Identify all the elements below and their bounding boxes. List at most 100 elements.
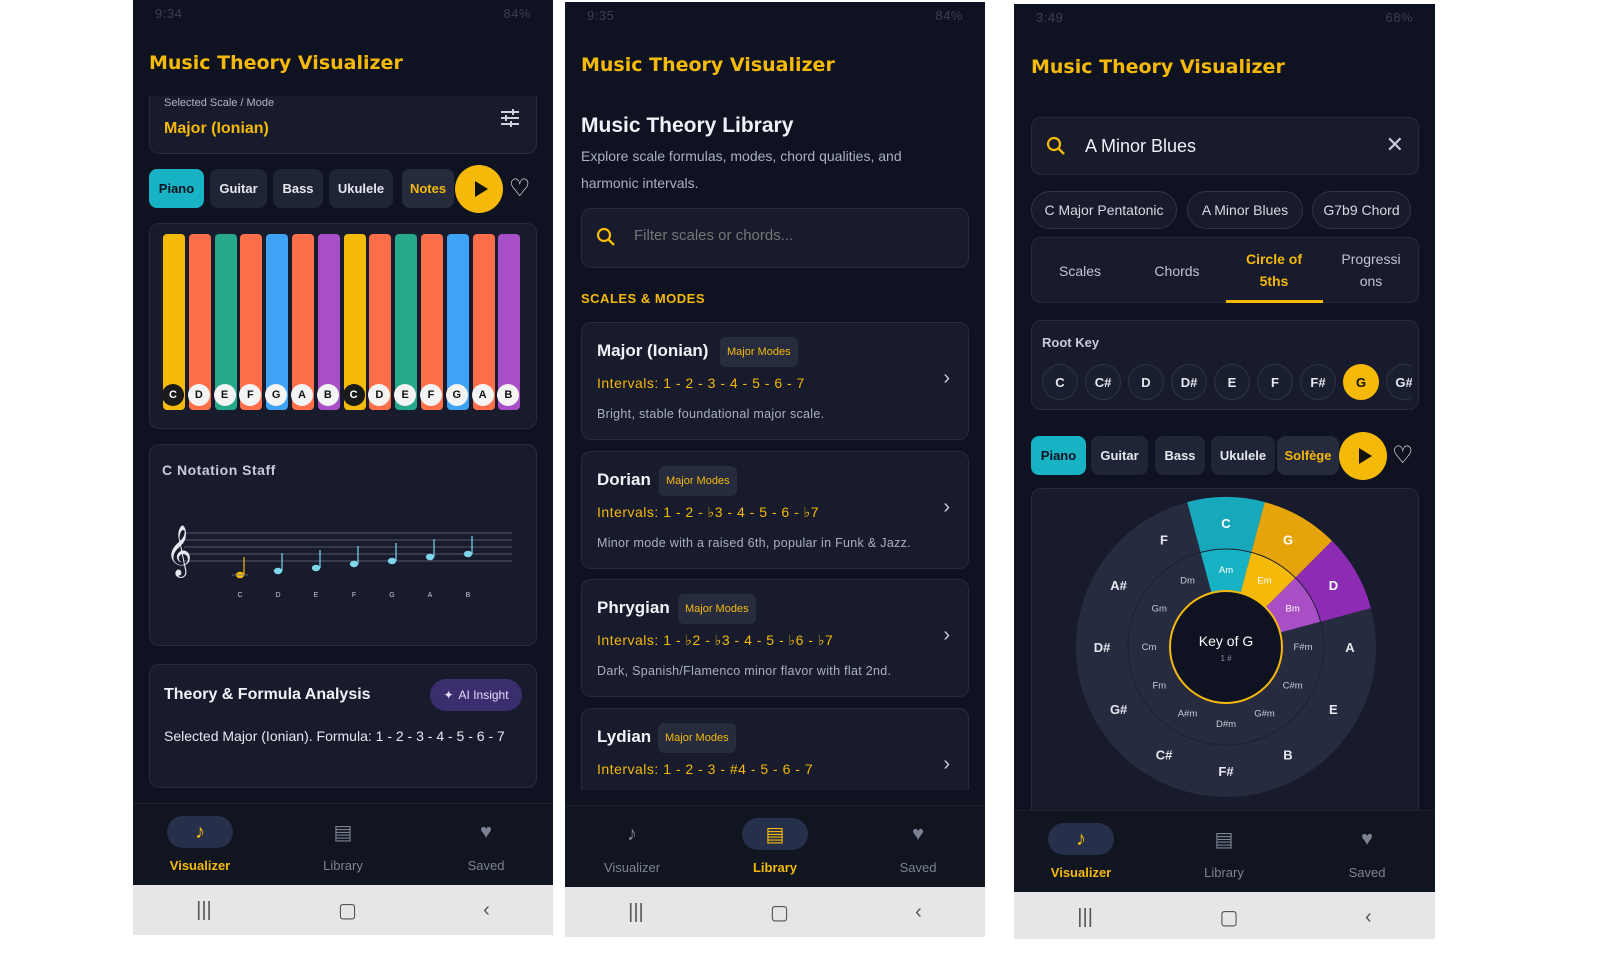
- root-key-button[interactable]: E: [1214, 364, 1250, 400]
- instrument-piano[interactable]: Piano: [1031, 436, 1086, 475]
- root-key-button[interactable]: G#: [1386, 364, 1412, 400]
- recent-search-chip[interactable]: A Minor Blues: [1187, 191, 1303, 229]
- active-tab-indicator: [1226, 300, 1323, 303]
- piano-key[interactable]: E: [213, 234, 237, 410]
- instrument-guitar[interactable]: Guitar: [1091, 436, 1148, 475]
- home-icon[interactable]: ▢: [770, 900, 789, 925]
- staff-note-label: F: [352, 592, 356, 599]
- piano-key[interactable]: G: [265, 234, 289, 410]
- piano-key[interactable]: C: [162, 234, 185, 410]
- root-key-button[interactable]: D#: [1171, 364, 1207, 400]
- instrument-ukulele[interactable]: Ukulele: [1211, 436, 1275, 475]
- minor-key-label: D#m: [1216, 719, 1236, 730]
- scale-card[interactable]: Lydian Major Modes Intervals: 1 - 2 - 3 - …: [581, 707, 969, 790]
- favorite-heart-icon[interactable]: ♡: [509, 174, 531, 203]
- piano-key[interactable]: D: [187, 234, 211, 410]
- chevron-right-icon: ›: [943, 367, 950, 389]
- nav-library[interactable]: ▤ Library: [1154, 823, 1294, 881]
- piano-key-label: C: [162, 384, 184, 406]
- root-key-button[interactable]: G: [1343, 364, 1379, 400]
- nav-visualizer[interactable]: ♪ Visualizer: [133, 816, 270, 873]
- piano-key-label: G: [445, 384, 468, 406]
- piano-key[interactable]: B: [316, 234, 340, 410]
- instrument-bass[interactable]: Bass: [1155, 436, 1205, 475]
- play-button[interactable]: [455, 165, 503, 213]
- root-key-button[interactable]: D: [1128, 364, 1164, 400]
- recents-icon[interactable]: |||: [628, 901, 644, 924]
- tab-progressions[interactable]: Progressi ons: [1323, 248, 1419, 292]
- home-icon[interactable]: ▢: [1220, 905, 1239, 930]
- staff-note: E: [311, 550, 321, 599]
- tab-circle-of-fifths[interactable]: Circle of 5ths: [1226, 248, 1322, 292]
- back-icon[interactable]: ‹: [1365, 906, 1372, 929]
- back-icon[interactable]: ‹: [483, 899, 490, 922]
- nav-saved[interactable]: ♥ Saved: [416, 816, 553, 874]
- notation-staff: 𝄞 C D E F G A B: [166, 525, 512, 599]
- scale-category-badge: Major Modes: [658, 722, 736, 753]
- close-icon[interactable]: ✕: [1386, 132, 1404, 158]
- scale-description: Bright, stable foundational major scale.: [597, 407, 825, 421]
- tab-scales[interactable]: Scales: [1032, 260, 1128, 282]
- nav-saved[interactable]: ♥ Saved: [1297, 823, 1435, 881]
- minor-key-label: G#m: [1254, 709, 1275, 720]
- nav-library[interactable]: ▤ Library: [273, 816, 413, 874]
- minor-key-label: Bm: [1286, 604, 1300, 615]
- status-time: 9:34: [155, 6, 183, 21]
- instrument-bass[interactable]: Bass: [273, 169, 323, 208]
- circle-of-fifths[interactable]: C G D A E B F# C# G# D# A# F Am Em Bm F#m C#m G#m D#m A#m Fm…: [1032, 489, 1419, 818]
- play-button[interactable]: [1339, 432, 1387, 480]
- analysis-text: Selected Major (Ionian). Formula: 1 - 2 …: [164, 728, 505, 744]
- notation-staff-card: C Notation Staff 𝄞 C D E F G A B: [149, 444, 537, 646]
- selected-scale-selector[interactable]: Selected Scale / Mode Major (Ionian): [149, 96, 537, 154]
- root-key-button[interactable]: C#: [1085, 364, 1121, 400]
- recents-icon[interactable]: |||: [196, 899, 212, 922]
- nav-library[interactable]: ▤ Library: [705, 818, 845, 875]
- nav-saved[interactable]: ♥ Saved: [848, 818, 985, 876]
- major-key-label: C#: [1156, 747, 1173, 762]
- music-note-icon: ♪: [627, 822, 637, 845]
- scale-card[interactable]: Phrygian Major Modes Intervals: 1 - ♭2 - ♭…: [581, 579, 969, 697]
- scale-category-badge: Major Modes: [659, 465, 737, 496]
- staff-note-label: D: [275, 592, 280, 599]
- back-icon[interactable]: ‹: [915, 901, 922, 924]
- scale-card[interactable]: Major (Ionian) Major Modes Intervals: 1 - …: [581, 322, 969, 440]
- staff-title: C Notation Staff: [162, 462, 276, 478]
- recent-search-chip[interactable]: G7b9 Chord: [1312, 191, 1411, 229]
- heart-icon: ♥: [1361, 827, 1373, 850]
- nav-visualizer[interactable]: ♪ Visualizer: [1014, 823, 1151, 880]
- scale-card[interactable]: Dorian Major Modes Intervals: 1 - 2 - ♭3 -…: [581, 450, 969, 569]
- piano-key[interactable]: A: [471, 234, 495, 410]
- piano-key[interactable]: F: [239, 234, 263, 410]
- piano-key-label: G: [265, 384, 288, 406]
- system-nav-bar: ||| ▢ ‹: [1014, 892, 1435, 939]
- recent-search-chip[interactable]: C Major Pentatonic: [1031, 191, 1177, 229]
- favorite-heart-icon[interactable]: ♡: [1392, 441, 1414, 470]
- piano-key[interactable]: F: [420, 234, 443, 410]
- search-box[interactable]: A Minor Blues ✕: [1031, 117, 1419, 175]
- sliders-icon[interactable]: [500, 108, 520, 128]
- root-key-card: Root Key C C# D D# E F F# G G#: [1031, 320, 1419, 410]
- piano-key[interactable]: C: [342, 234, 366, 410]
- nav-visualizer[interactable]: ♪ Visualizer: [565, 818, 702, 876]
- instrument-notes[interactable]: Notes: [402, 169, 454, 208]
- instrument-solfege[interactable]: Solfège: [1277, 436, 1339, 475]
- root-key-button[interactable]: F: [1257, 364, 1293, 400]
- staff-note-label: C: [237, 592, 242, 599]
- piano-key[interactable]: D: [368, 234, 392, 410]
- tab-chords[interactable]: Chords: [1129, 260, 1225, 282]
- piano-key[interactable]: A: [291, 234, 314, 410]
- home-icon[interactable]: ▢: [338, 898, 357, 923]
- instrument-ukulele[interactable]: Ukulele: [329, 169, 393, 208]
- piano-key[interactable]: B: [497, 234, 521, 410]
- piano-key[interactable]: G: [445, 234, 469, 410]
- instrument-guitar[interactable]: Guitar: [210, 169, 267, 208]
- piano-keyboard: CDEFGABCDEFGAB: [149, 223, 537, 429]
- recents-icon[interactable]: |||: [1077, 906, 1093, 929]
- root-key-button[interactable]: C: [1042, 364, 1078, 400]
- ai-insight-button[interactable]: ✦ AI Insight: [430, 679, 522, 711]
- instrument-piano[interactable]: Piano: [149, 169, 204, 208]
- root-key-button[interactable]: F#: [1300, 364, 1336, 400]
- piano-keys: CDEFGABCDEFGAB: [162, 224, 525, 430]
- piano-key[interactable]: E: [394, 234, 418, 410]
- search-value[interactable]: A Minor Blues: [1085, 136, 1196, 157]
